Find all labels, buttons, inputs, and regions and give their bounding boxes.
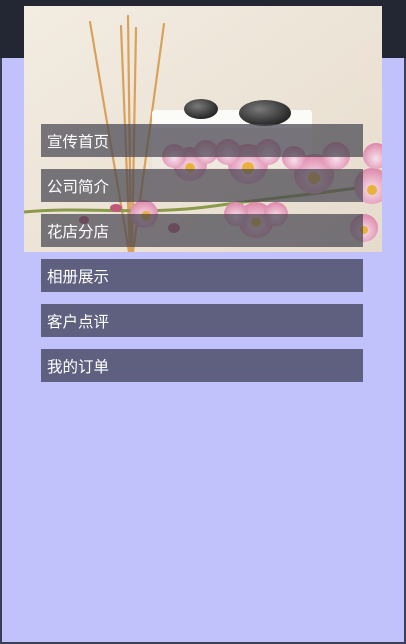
menu-item-my-orders[interactable]: 我的订单 [41, 349, 363, 382]
frame-left-edge [0, 58, 2, 644]
menu-item-home[interactable]: 宣传首页 [41, 124, 363, 157]
menu-item-branches[interactable]: 花店分店 [41, 214, 363, 247]
menu-item-reviews[interactable]: 客户点评 [41, 304, 363, 337]
menu-item-gallery[interactable]: 相册展示 [41, 259, 363, 292]
main-menu: 宣传首页 公司简介 花店分店 相册展示 客户点评 我的订单 [41, 124, 363, 394]
menu-item-company-intro[interactable]: 公司简介 [41, 169, 363, 202]
